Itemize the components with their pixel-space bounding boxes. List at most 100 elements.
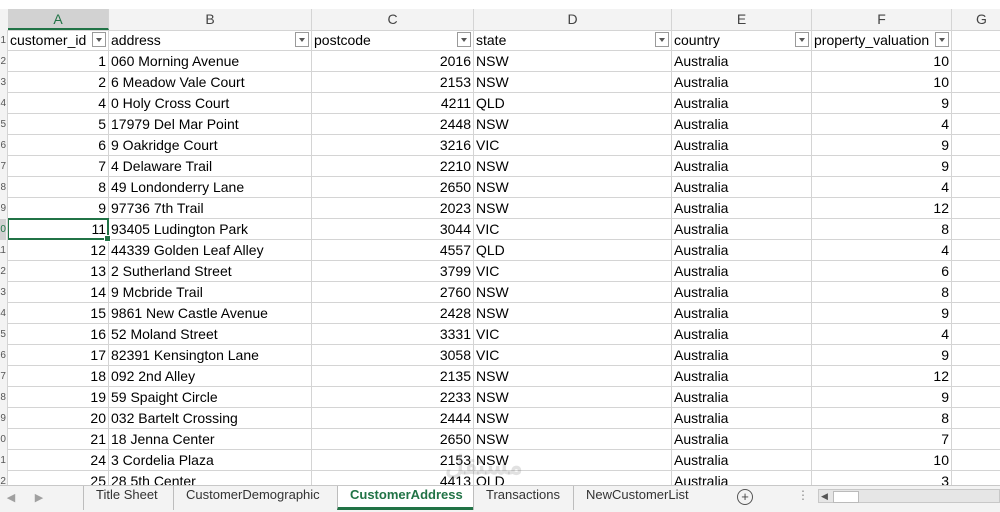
cell-country[interactable]: Australia <box>672 240 812 261</box>
cell-customer-id[interactable]: 12 <box>8 240 109 261</box>
cell-empty[interactable] <box>952 471 1000 485</box>
cell-state[interactable]: NSW <box>474 303 672 324</box>
scrollbar-thumb[interactable] <box>833 491 859 503</box>
cell-postcode[interactable]: 4557 <box>312 240 474 261</box>
cell-customer-id[interactable]: 11 <box>8 219 109 240</box>
cell-customer-id[interactable]: 18 <box>8 366 109 387</box>
cell-empty[interactable] <box>952 72 1000 93</box>
cell-country[interactable]: Australia <box>672 198 812 219</box>
cell-customer-id[interactable]: 16 <box>8 324 109 345</box>
cell-country[interactable]: Australia <box>672 261 812 282</box>
cell-property-valuation[interactable]: 6 <box>812 261 952 282</box>
cell-state[interactable]: VIC <box>474 135 672 156</box>
cell-empty[interactable] <box>952 366 1000 387</box>
cell-property-valuation[interactable]: 12 <box>812 198 952 219</box>
cell-empty[interactable] <box>952 345 1000 366</box>
row-header-4[interactable]: 4 <box>0 93 6 114</box>
cell-state[interactable]: NSW <box>474 282 672 303</box>
cell-state[interactable]: NSW <box>474 51 672 72</box>
cell-postcode[interactable]: 2760 <box>312 282 474 303</box>
cell-country[interactable]: Australia <box>672 219 812 240</box>
cell-state[interactable]: NSW <box>474 408 672 429</box>
cell-empty[interactable] <box>952 408 1000 429</box>
column-header-b[interactable]: B <box>109 9 312 30</box>
row-header-14[interactable]: 14 <box>0 303 6 324</box>
cell-customer-id[interactable]: 20 <box>8 408 109 429</box>
cell-customer-id[interactable]: 21 <box>8 429 109 450</box>
filter-dropdown-icon[interactable] <box>655 32 669 47</box>
cell-property-valuation[interactable]: 4 <box>812 240 952 261</box>
row-header-11[interactable]: 11 <box>0 240 6 261</box>
cell-property-valuation[interactable]: 7 <box>812 429 952 450</box>
column-header-c[interactable]: C <box>312 9 474 30</box>
row-header-8[interactable]: 8 <box>0 177 6 198</box>
cell-empty[interactable] <box>952 177 1000 198</box>
header-state[interactable]: state <box>474 30 672 51</box>
cell-property-valuation[interactable]: 4 <box>812 177 952 198</box>
cell-customer-id[interactable]: 25 <box>8 471 109 485</box>
cell-customer-id[interactable]: 5 <box>8 114 109 135</box>
cell-empty[interactable] <box>952 135 1000 156</box>
cell-empty[interactable] <box>952 114 1000 135</box>
row-header-22[interactable]: 22 <box>0 471 6 485</box>
cell-country[interactable]: Australia <box>672 282 812 303</box>
cell-empty[interactable] <box>952 219 1000 240</box>
cell-customer-id[interactable]: 7 <box>8 156 109 177</box>
row-header-21[interactable]: 21 <box>0 450 6 471</box>
cell-property-valuation[interactable]: 9 <box>812 387 952 408</box>
filter-dropdown-icon[interactable] <box>457 32 471 47</box>
cell-customer-id[interactable]: 15 <box>8 303 109 324</box>
cell-empty[interactable] <box>952 387 1000 408</box>
cell-address[interactable]: 092 2nd Alley <box>109 366 312 387</box>
cell-country[interactable]: Australia <box>672 72 812 93</box>
cell-postcode[interactable]: 2448 <box>312 114 474 135</box>
cell-country[interactable]: Australia <box>672 51 812 72</box>
cell-customer-id[interactable]: 19 <box>8 387 109 408</box>
row-header-13[interactable]: 13 <box>0 282 6 303</box>
cell-property-valuation[interactable]: 9 <box>812 303 952 324</box>
column-header-f[interactable]: F <box>812 9 952 30</box>
cell-address[interactable]: 0 Holy Cross Court <box>109 93 312 114</box>
cell-country[interactable]: Australia <box>672 408 812 429</box>
cell-address[interactable]: 49 Londonderry Lane <box>109 177 312 198</box>
cell-customer-id[interactable]: 8 <box>8 177 109 198</box>
cell-address[interactable]: 97736 7th Trail <box>109 198 312 219</box>
cell-empty[interactable] <box>952 261 1000 282</box>
cell-address[interactable]: 59 Spaight Circle <box>109 387 312 408</box>
cell-country[interactable]: Australia <box>672 324 812 345</box>
row-header-7[interactable]: 7 <box>0 156 6 177</box>
cell-postcode[interactable]: 2135 <box>312 366 474 387</box>
cell-address[interactable]: 9 Oakridge Court <box>109 135 312 156</box>
cell-state[interactable]: NSW <box>474 72 672 93</box>
header-country[interactable]: country <box>672 30 812 51</box>
cell-state[interactable]: NSW <box>474 114 672 135</box>
cell-address[interactable]: 060 Morning Avenue <box>109 51 312 72</box>
cell-postcode[interactable]: 3058 <box>312 345 474 366</box>
row-header-18[interactable]: 18 <box>0 387 6 408</box>
cell-state[interactable]: VIC <box>474 324 672 345</box>
cell-address[interactable]: 44339 Golden Leaf Alley <box>109 240 312 261</box>
cell-address[interactable]: 9861 New Castle Avenue <box>109 303 312 324</box>
cell-postcode[interactable]: 2153 <box>312 72 474 93</box>
cell-empty[interactable] <box>952 51 1000 72</box>
cell-customer-id[interactable]: 4 <box>8 93 109 114</box>
row-header-5[interactable]: 5 <box>0 114 6 135</box>
sheet-tab-newcustomerlist[interactable]: NewCustomerList <box>573 486 703 510</box>
cell-postcode[interactable]: 2016 <box>312 51 474 72</box>
row-header-12[interactable]: 12 <box>0 261 6 282</box>
filter-dropdown-icon[interactable] <box>295 32 309 47</box>
cell-postcode[interactable]: 2233 <box>312 387 474 408</box>
row-header-1[interactable]: 1 <box>0 30 6 51</box>
cell-customer-id[interactable]: 2 <box>8 72 109 93</box>
header-customer-id[interactable]: customer_id <box>8 30 109 51</box>
cell-country[interactable]: Australia <box>672 135 812 156</box>
cell-customer-id[interactable]: 24 <box>8 450 109 471</box>
cell-empty[interactable] <box>952 198 1000 219</box>
filter-dropdown-icon[interactable] <box>795 32 809 47</box>
cell-empty[interactable] <box>952 156 1000 177</box>
row-header-3[interactable]: 3 <box>0 72 6 93</box>
cell-state[interactable]: NSW <box>474 429 672 450</box>
cell-property-valuation[interactable]: 3 <box>812 471 952 485</box>
column-header-g[interactable]: G <box>952 9 1000 30</box>
cell-address[interactable]: 17979 Del Mar Point <box>109 114 312 135</box>
